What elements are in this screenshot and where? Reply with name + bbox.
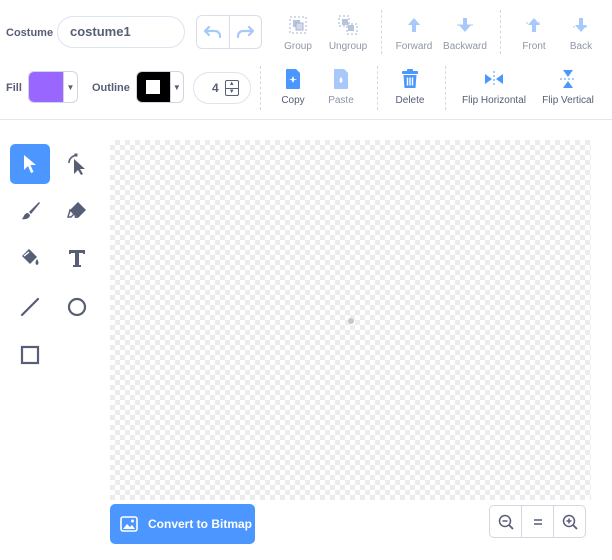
outline-color-picker[interactable]: ▼	[136, 71, 184, 103]
costume-label: Costume	[6, 27, 54, 39]
rectangle-icon	[20, 345, 40, 365]
flip-horizontal-button[interactable]: Flip Horizontal	[458, 68, 530, 106]
line-icon	[20, 297, 40, 317]
arrow-up-icon	[403, 14, 425, 36]
zoom-in-icon	[562, 514, 578, 530]
front-button[interactable]: Front	[518, 14, 550, 52]
arrow-to-bottom-icon	[570, 14, 592, 36]
flip-vertical-label: Flip Vertical	[542, 95, 594, 106]
redo-button[interactable]	[228, 16, 262, 48]
zoom-in-button[interactable]	[553, 506, 585, 537]
outline-size-input[interactable]: 4 ▲ ▼	[193, 72, 251, 104]
divider	[381, 10, 382, 54]
circle-tool[interactable]	[57, 287, 97, 327]
zoom-controls	[489, 505, 586, 538]
flip-vertical-button[interactable]: Flip Vertical	[538, 68, 598, 106]
divider	[500, 10, 501, 54]
divider	[260, 66, 261, 110]
convert-to-bitmap-label: Convert to Bitmap	[148, 517, 253, 531]
group-label: Group	[284, 41, 312, 52]
fill-label: Fill	[6, 82, 22, 94]
select-tool[interactable]	[10, 144, 50, 184]
ungroup-button[interactable]: Ungroup	[326, 14, 370, 52]
delete-label: Delete	[395, 95, 425, 106]
arrow-down-icon	[454, 14, 476, 36]
image-icon	[120, 516, 138, 532]
paste-icon	[330, 68, 352, 90]
caret-down-icon: ▼	[63, 72, 77, 102]
paint-bucket-icon	[22, 249, 39, 265]
undo-button[interactable]	[197, 16, 229, 48]
copy-button[interactable]: Copy	[278, 68, 308, 106]
equals-icon	[533, 518, 542, 525]
outline-inner-square	[146, 80, 161, 94]
redo-icon	[237, 25, 255, 39]
undo-redo-group	[196, 15, 262, 49]
copy-icon	[282, 68, 304, 90]
copy-label: Copy	[281, 95, 305, 106]
circle-icon	[67, 297, 87, 317]
forward-label: Forward	[395, 41, 433, 52]
undo-icon	[203, 25, 221, 39]
reshape-tool[interactable]	[57, 144, 97, 184]
caret-down-icon: ▼	[169, 72, 183, 102]
toolbar-separator	[0, 119, 612, 120]
back-label: Back	[569, 41, 593, 52]
fill-color-picker[interactable]: ▼	[28, 71, 78, 103]
eraser-tool[interactable]	[57, 191, 97, 231]
forward-button[interactable]: Forward	[393, 14, 435, 52]
ungroup-icon	[337, 14, 359, 36]
zoom-reset-button[interactable]	[521, 506, 553, 537]
text-tool[interactable]	[57, 238, 97, 278]
paste-button[interactable]: Paste	[325, 68, 357, 106]
canvas-center-marker	[348, 318, 354, 324]
line-tool[interactable]	[10, 287, 50, 327]
group-button[interactable]: Group	[281, 14, 315, 52]
delete-button[interactable]: Delete	[393, 68, 427, 106]
backward-button[interactable]: Backward	[441, 14, 489, 52]
flip-vertical-icon	[557, 68, 579, 90]
text-t-icon	[69, 250, 85, 267]
zoom-out-icon	[498, 514, 514, 530]
divider	[377, 66, 378, 110]
fill-tool[interactable]	[10, 238, 50, 278]
rectangle-tool[interactable]	[10, 335, 50, 375]
back-button[interactable]: Back	[565, 14, 597, 52]
outline-label: Outline	[92, 82, 130, 94]
ungroup-label: Ungroup	[328, 41, 368, 52]
trash-icon	[399, 68, 421, 90]
paste-label: Paste	[328, 95, 354, 106]
brush-icon	[22, 202, 40, 220]
convert-to-bitmap-button[interactable]: Convert to Bitmap	[110, 504, 255, 544]
brush-tool[interactable]	[10, 191, 50, 231]
outline-size-value: 4	[212, 81, 219, 95]
arrow-cursor-icon	[24, 155, 36, 173]
costume-name-input[interactable]: costume1	[57, 16, 185, 48]
outline-color-swatch	[137, 72, 170, 102]
fill-color-swatch	[29, 72, 63, 102]
spinner-down-icon[interactable]: ▼	[225, 87, 238, 96]
reshape-icon	[68, 153, 85, 175]
flip-horizontal-icon	[483, 68, 505, 90]
eraser-icon	[67, 202, 86, 218]
front-label: Front	[522, 41, 546, 52]
group-icon	[287, 14, 309, 36]
backward-label: Backward	[443, 41, 487, 52]
arrow-to-top-icon	[523, 14, 545, 36]
flip-horizontal-label: Flip Horizontal	[462, 95, 526, 106]
size-spinner[interactable]: ▲ ▼	[224, 80, 239, 96]
zoom-out-button[interactable]	[490, 506, 521, 537]
divider	[445, 66, 446, 110]
